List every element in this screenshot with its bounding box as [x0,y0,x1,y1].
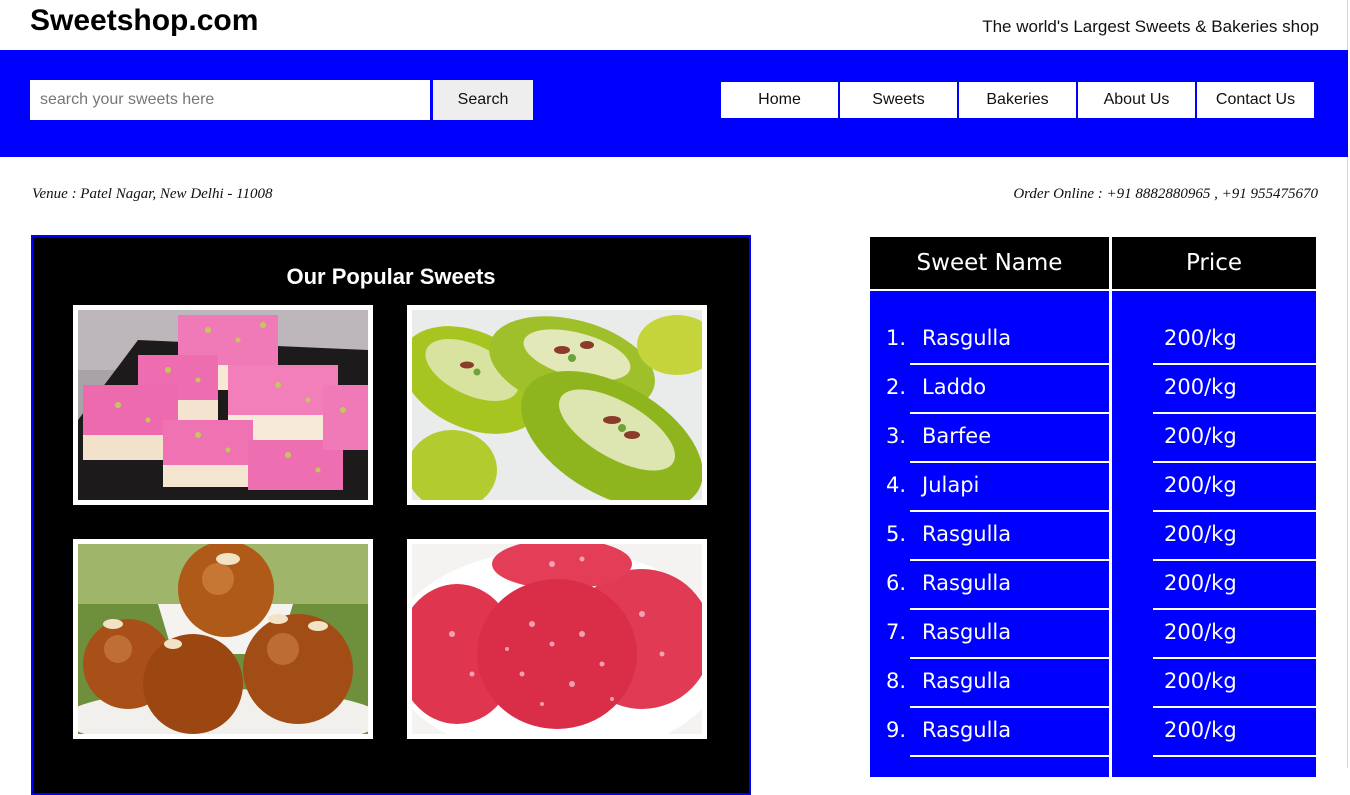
venue-text: Venue : Patel Nagar, New Delhi - 11008 [32,186,273,202]
nav-bar: Search Home Sweets Bakeries About Us Con… [0,50,1348,157]
price-value: 200/kg [1164,375,1237,399]
price-value: 200/kg [1164,424,1237,448]
sweet-name: Rasgulla [922,571,1012,595]
site-title[interactable]: Sweetshop.com [30,4,258,38]
price-column: 200/kg 200/kg 200/kg 200/kg 200/kg 200/k… [1112,291,1316,777]
price-value: 200/kg [1164,522,1237,546]
order-online-text: Order Online : +91 8882880965 , +91 9554… [1013,186,1318,202]
sweet-name: Julapi [922,473,980,497]
nav-links: Home Sweets Bakeries About Us Contact Us [721,82,1314,118]
red-coconut-sweet-photo [407,539,707,739]
sweet-name: Barfee [922,424,992,448]
nav-sweets-link[interactable]: Sweets [840,82,957,118]
price-value: 200/kg [1164,669,1237,693]
price-cell: 200/kg [1153,610,1316,659]
site-tagline: The world's Largest Sweets & Bakeries sh… [982,17,1319,36]
price-table: Sweet Name Price 1. Rasgulla 2. Laddo 3. Ba… [870,237,1316,777]
nav-bakeries-link[interactable]: Bakeries [959,82,1076,118]
price-cell: 200/kg [1153,463,1316,512]
sweet-name: Rasgulla [922,326,1012,350]
gulab-jamun-photo [73,539,373,739]
price-value: 200/kg [1164,326,1237,350]
nav-contact-link[interactable]: Contact Us [1197,82,1314,118]
price-value: 200/kg [1164,620,1237,644]
popular-sweets-title: Our Popular Sweets [286,264,496,289]
price-cell: 200/kg [1153,365,1316,414]
search-input[interactable] [30,80,430,120]
price-cell: 200/kg [1153,561,1316,610]
table-row: 6. Rasgulla [886,561,1109,610]
barfi-photo [73,305,373,505]
sweet-name-header: Sweet Name [870,237,1109,289]
sweet-name: Rasgulla [922,669,1012,693]
sweet-name-column: 1. Rasgulla 2. Laddo 3. Barfee 4. Julapi 5. R… [870,291,1109,777]
price-cell: 200/kg [1153,659,1316,708]
table-row: 8. Rasgulla [886,659,1109,708]
sweet-name: Rasgulla [922,718,1012,742]
price-value: 200/kg [1164,473,1237,497]
table-row: 1. Rasgulla [886,316,1109,365]
price-cell: 200/kg [1153,708,1316,757]
table-row: 5. Rasgulla [886,512,1109,561]
price-value: 200/kg [1164,571,1237,595]
price-header: Price [1112,237,1316,289]
table-row: 9. Rasgulla [886,708,1109,757]
sweet-name: Laddo [922,375,987,399]
nav-home-link[interactable]: Home [721,82,838,118]
table-row: 7. Rasgulla [886,610,1109,659]
price-cell: 200/kg [1153,414,1316,463]
price-cell: 200/kg [1153,316,1316,365]
price-cell: 200/kg [1153,512,1316,561]
sweet-name: Rasgulla [922,522,1012,546]
table-row: 2. Laddo [886,365,1109,414]
sweet-name: Rasgulla [922,620,1012,644]
search-button[interactable]: Search [433,80,533,120]
green-sweet-photo [407,305,707,505]
table-row: 4. Julapi [886,463,1109,512]
popular-sweets-panel: Our Popular Sweets [31,235,751,795]
nav-about-link[interactable]: About Us [1078,82,1195,118]
price-value: 200/kg [1164,718,1237,742]
table-row: 3. Barfee [886,414,1109,463]
